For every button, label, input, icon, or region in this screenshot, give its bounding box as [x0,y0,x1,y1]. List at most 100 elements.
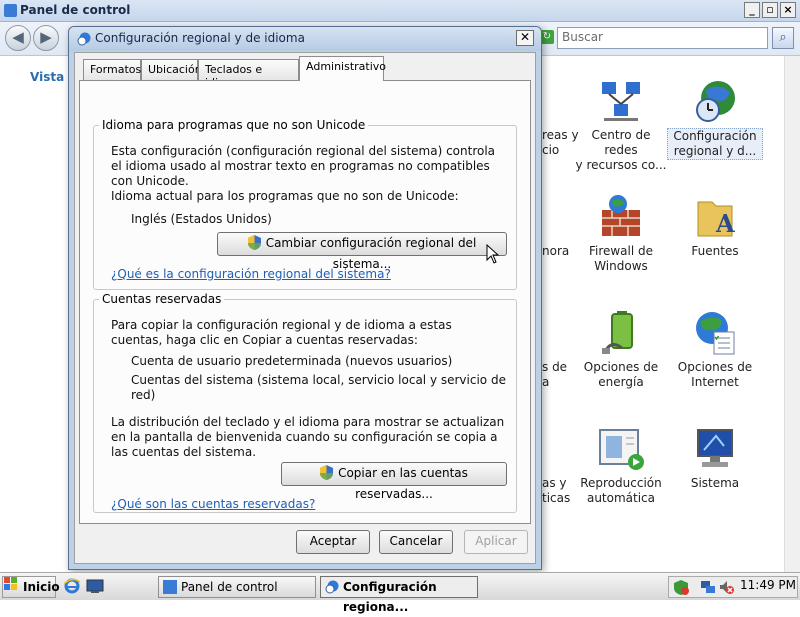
ok-button[interactable]: Aceptar [296,530,370,554]
control-panel-titlebar: Panel de control _ ▫ × [0,0,800,22]
svg-text:A: A [715,209,735,238]
label-line: energía [598,375,644,389]
label-line: Centro de redes [591,128,651,157]
uac-shield-icon [247,235,261,250]
label-line: Windows [594,259,648,273]
partial-label-line: a [542,375,550,389]
cp-item-firewall[interactable]: Firewall de Windows [573,194,669,274]
close-icon: ✕ [519,30,531,44]
cp-item-label: Fuentes [667,244,763,259]
windows-logo-icon [4,577,17,590]
cp-item-regional-settings[interactable]: Configuración regional y d... [667,78,763,160]
cp-item-fonts[interactable]: A Fuentes [667,194,763,259]
internet-explorer-icon[interactable] [63,578,81,594]
label-line: Opciones de [583,360,659,374]
apply-button[interactable]: Aplicar [464,530,528,554]
firewall-icon [598,194,644,240]
cp-item-label: Opciones de Internet [667,360,763,390]
label-line: automática [586,491,656,505]
globe-clock-icon [692,78,738,124]
reserved-accounts-description: Para copiar la configuración regional y … [111,318,452,347]
minimize-button[interactable]: _ [744,2,760,18]
scrollbar[interactable] [784,56,800,572]
cp-item-system[interactable]: Sistema [667,426,763,491]
uac-shield-icon [320,465,334,480]
globe-clock-icon [325,580,339,594]
tab-ubicacion[interactable]: Ubicación [141,59,202,80]
label-line: Internet [691,375,739,389]
unicode-group-legend: Idioma para programas que no son Unicode [99,118,369,132]
label-line: Fuentes [691,244,739,258]
regional-settings-dialog: Configuración regional y de idioma ✕ For… [68,26,542,570]
tab-administrativo[interactable]: Administrativo [299,56,386,81]
partial-item-label: s de a [542,360,567,390]
label-line: Sistema [690,476,740,490]
globe-clock-icon [77,32,91,46]
dialog-title: Configuración regional y de idioma [95,31,305,45]
unicode-description: Esta configuración (configuración region… [111,144,496,188]
cp-item-label: Reproducción automática [573,476,669,506]
close-window-button[interactable]: × [780,2,796,18]
cp-item-label: Opciones de energía [573,360,669,390]
reserved-account-default-user: Cuenta de usuario predeterminada (nuevos… [131,354,453,368]
copy-to-reserved-accounts-button[interactable]: Copiar en las cuentas reservadas... [281,462,507,501]
task-label: Configuración regiona... [343,580,437,614]
dialog-titlebar[interactable]: Configuración regional y de idioma ✕ [69,27,541,51]
dialog-body: Formatos Ubicación Teclados e idiomas Ad… [74,52,536,564]
reserved-accounts-legend: Cuentas reservadas [99,292,225,306]
cp-item-autoplay[interactable]: Reproducción automática [573,426,669,506]
cp-item-power-options[interactable]: Opciones de energía [573,310,669,390]
cp-item-network-center[interactable]: Centro de redes y recursos co... [573,78,669,173]
window-title: Panel de control [20,3,131,17]
task-label: Panel de control [181,580,278,594]
restore-button[interactable]: ▫ [762,2,778,18]
current-language-label: Idioma actual para los programas que no … [111,189,459,203]
label-line: Opciones de [677,360,753,374]
back-button[interactable]: ◀ [5,25,31,51]
partial-label-line: as y [542,476,567,490]
search-button[interactable]: ⌕ [772,27,794,49]
tab-formatos[interactable]: Formatos [83,59,141,80]
tab-panel-administrativo: Idioma para programas que no son Unicode… [79,80,531,524]
cp-item-internet-options[interactable]: Opciones de Internet [667,310,763,390]
cp-item-label: Configuración regional y d... [667,128,763,160]
forward-button[interactable]: ▶ [33,25,59,51]
forward-arrow-icon: ▶ [40,28,52,46]
current-language-value: Inglés (Estados Unidos) [131,212,272,226]
label-line: y recursos co... [575,158,667,172]
change-system-locale-button[interactable]: Cambiar configuración regional del siste… [217,232,507,271]
cp-item-label: Sistema [667,476,763,491]
show-desktop-icon[interactable] [86,578,104,594]
reserved-accounts-help-link[interactable]: ¿Qué son las cuentas reservadas? [111,497,315,511]
battery-plug-icon [598,310,644,356]
internet-options-icon [692,310,738,356]
partial-item-label: as y ticas [542,476,570,506]
autoplay-icon [598,426,644,472]
label-line: Reproducción [580,476,662,490]
volume-muted-icon[interactable] [718,579,734,595]
close-dialog-button[interactable]: ✕ [516,30,534,46]
taskbar-item-regional-settings[interactable]: Configuración regiona... [320,576,478,614]
refresh-icon[interactable]: ↻ [540,30,554,44]
search-icon: ⌕ [779,30,787,45]
label-line: Firewall de [588,244,654,258]
control-panel-icon [4,4,17,17]
back-arrow-icon: ◀ [12,28,24,46]
clock[interactable]: 11:49 PM [740,578,796,592]
cp-item-label: Firewall de Windows [573,244,669,274]
system-locale-help-link[interactable]: ¿Qué es la configuración regional del si… [111,267,391,281]
control-panel-icon [163,580,177,594]
partial-label-line: s de [542,360,568,374]
fonts-folder-icon: A [692,194,738,240]
security-alert-icon[interactable] [673,579,689,595]
network-status-icon[interactable] [700,579,716,595]
tab-teclados-idiomas[interactable]: Teclados e idiomas [198,59,299,89]
network-icon [598,78,644,124]
reserved-accounts-note: La distribución del teclado y el idioma … [111,415,505,459]
label-line: Configuración [673,129,757,143]
search-input[interactable]: Buscar [557,27,768,49]
cancel-button[interactable]: Cancelar [379,530,453,554]
reserved-account-system: Cuentas del sistema (sistema local, serv… [131,373,506,402]
label-line: regional y d... [673,144,757,158]
taskbar-item-control-panel[interactable]: Panel de control [158,576,316,598]
